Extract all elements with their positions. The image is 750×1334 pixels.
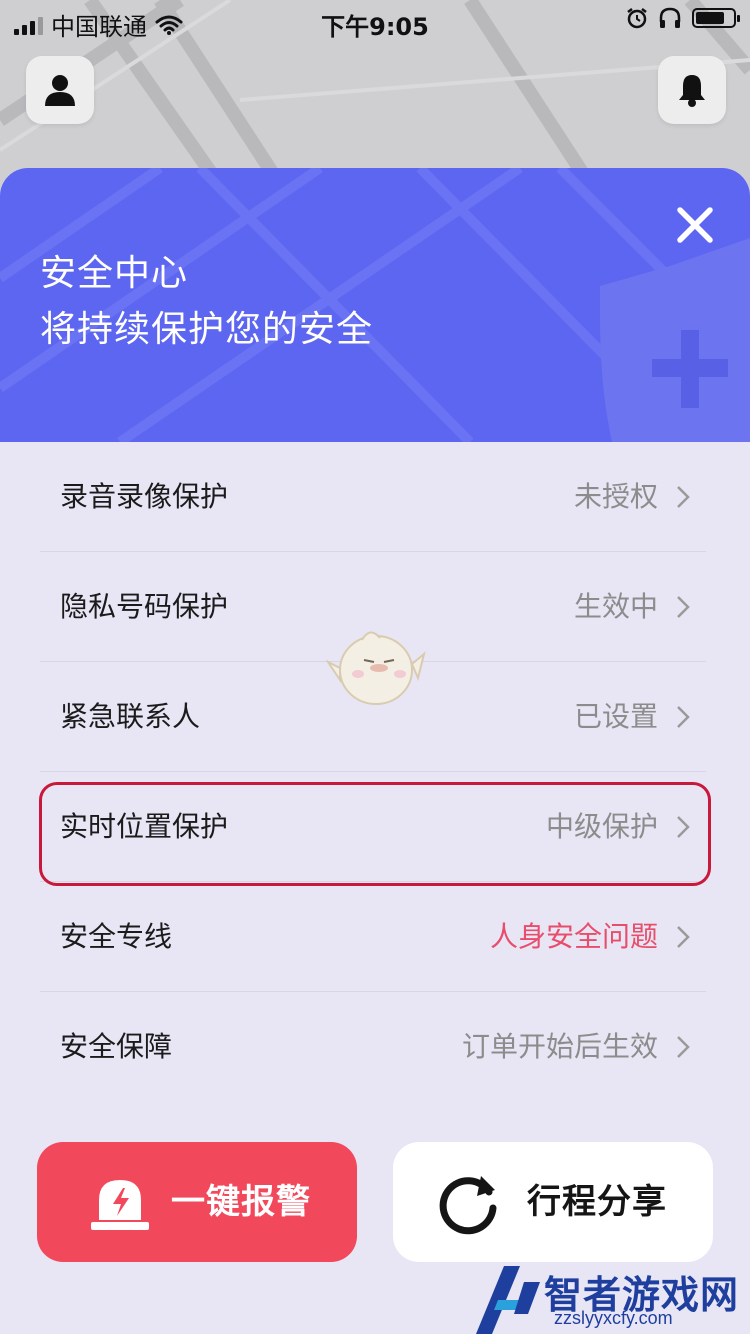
safety-header: 安全中心 将持续保护您的安全 xyxy=(0,168,750,442)
close-icon[interactable] xyxy=(672,202,718,248)
chevron-right-icon xyxy=(677,706,690,728)
status-right xyxy=(626,7,740,29)
battery-icon xyxy=(692,8,740,28)
row-label: 隐私号码保护 xyxy=(60,590,229,623)
row-value: 人身安全问题 xyxy=(489,920,658,953)
headphones-icon xyxy=(659,7,681,28)
row-safety-hotline[interactable]: 安全专线 人身安全问题 xyxy=(0,882,750,992)
safety-center-sheet: 安全中心 将持续保护您的安全 录音录像保护 未授权 隐私号码保护 生效中 紧急联… xyxy=(0,168,750,1334)
header-title: 安全中心 将持续保护您的安全 xyxy=(40,246,373,358)
chevron-right-icon xyxy=(677,596,690,618)
site-watermark: 智者游戏网 zzslyyxcfy.com xyxy=(468,1262,750,1334)
title-line-2: 将持续保护您的安全 xyxy=(40,309,374,350)
emergency-alarm-button[interactable]: 一键报警 xyxy=(37,1142,357,1262)
alarm-light-icon xyxy=(91,1180,149,1230)
refresh-share-icon xyxy=(439,1176,497,1235)
row-label: 录音录像保护 xyxy=(60,480,229,513)
alarm-label: 一键报警 xyxy=(171,1182,311,1222)
site-logo-icon xyxy=(476,1266,540,1334)
row-value: 已设置 xyxy=(573,700,658,733)
site-url: zzslyyxcfy.com xyxy=(554,1308,673,1328)
row-label: 安全保障 xyxy=(60,1030,173,1063)
row-value: 未授权 xyxy=(573,480,658,513)
row-label: 安全专线 xyxy=(60,920,173,953)
chevron-right-icon xyxy=(677,1036,690,1058)
alarm-clock-icon xyxy=(627,8,647,29)
notification-button[interactable] xyxy=(658,56,726,124)
profile-button[interactable] xyxy=(26,56,94,124)
share-label: 行程分享 xyxy=(527,1182,667,1222)
mascot-watermark-icon xyxy=(326,631,426,705)
title-line-1: 安全中心 xyxy=(40,253,189,294)
chevron-right-icon xyxy=(677,486,690,508)
row-value: 订单开始后生效 xyxy=(461,1030,658,1063)
highlight-box xyxy=(39,782,711,886)
row-safety-guarantee[interactable]: 安全保障 订单开始后生效 xyxy=(0,992,750,1102)
row-value: 生效中 xyxy=(573,590,658,623)
person-icon xyxy=(45,75,75,106)
status-bar: 中国联通 下午9:05 xyxy=(0,0,750,44)
chevron-right-icon xyxy=(677,926,690,948)
shield-watermark-icon xyxy=(600,238,750,442)
bell-icon xyxy=(679,75,705,107)
trip-share-button[interactable]: 行程分享 xyxy=(393,1142,713,1262)
row-label: 紧急联系人 xyxy=(60,700,201,733)
row-recording-protection[interactable]: 录音录像保护 未授权 xyxy=(0,442,750,552)
